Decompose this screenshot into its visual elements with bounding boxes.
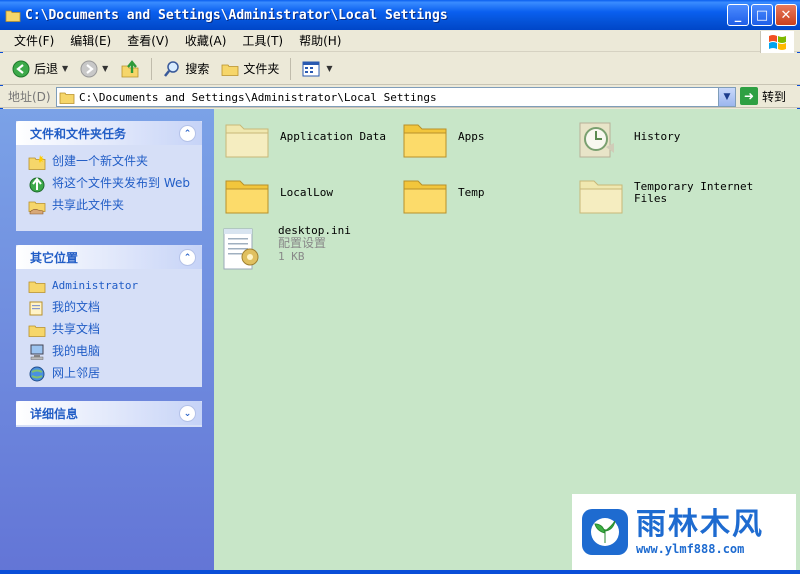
search-icon [164, 60, 180, 77]
panel-title: 详细信息 [30, 406, 79, 421]
task-pane: 文件和文件夹任务 ⌃ 创建一个新文件夹 将这个文件夹发布到 Web 共享此文件夹… [0, 109, 214, 574]
address-bar: 地址(D) ▼ ➜ 转到 [0, 86, 800, 108]
views-button[interactable]: ▼ [298, 58, 336, 80]
panel-title: 文件和文件夹任务 [30, 126, 127, 141]
up-folder-icon [121, 59, 139, 77]
task-share-folder[interactable]: 共享此文件夹 [28, 195, 202, 217]
folder-icon [403, 180, 447, 214]
search-label: 搜索 [185, 62, 210, 76]
windows-logo-icon [760, 31, 794, 53]
minimize-button[interactable]: _ [727, 4, 749, 26]
maximize-button[interactable]: □ [751, 4, 773, 26]
publish-web-icon [29, 177, 45, 193]
file-item-desktop-ini[interactable]: desktop.ini 配置设置 1 KB [220, 225, 351, 275]
file-type: 配置设置 [278, 236, 327, 250]
watermark-title: 雨林木风 [636, 507, 764, 542]
go-arrow-icon: ➜ [740, 87, 758, 105]
search-button[interactable]: 搜索 [159, 58, 213, 80]
views-icon [302, 61, 320, 76]
file-tasks-panel: 文件和文件夹任务 ⌃ 创建一个新文件夹 将这个文件夹发布到 Web 共享此文件夹 [16, 121, 202, 231]
file-item-temp[interactable]: Temp [400, 173, 485, 217]
go-label: 转到 [762, 89, 787, 104]
views-dropdown-icon[interactable]: ▼ [326, 64, 332, 73]
file-tasks-header[interactable]: 文件和文件夹任务 ⌃ [16, 121, 202, 145]
folder-icon [579, 180, 623, 214]
task-new-folder[interactable]: 创建一个新文件夹 [28, 151, 202, 173]
go-button[interactable]: ➜ 转到 [740, 87, 786, 105]
window-frame-bottom [0, 570, 800, 574]
file-item-temporary-internet-files[interactable]: Temporary Internet Files [576, 173, 754, 217]
back-arrow-icon [12, 60, 30, 77]
collapse-icon[interactable]: ⌃ [179, 125, 196, 142]
place-network[interactable]: 网上邻居 [28, 363, 202, 385]
window-title: C:\Documents and Settings\Administrator\… [25, 7, 448, 23]
address-label: 地址(D) [8, 90, 51, 104]
network-places-icon [29, 366, 45, 382]
menu-file[interactable]: 文件(F) [6, 32, 62, 49]
collapse-icon[interactable]: ⌃ [179, 249, 196, 266]
place-my-documents[interactable]: 我的文档 [28, 297, 202, 319]
history-folder-icon [579, 122, 614, 158]
file-item-history[interactable]: History [576, 117, 680, 161]
shared-documents-icon [28, 325, 46, 337]
panel-title: 其它位置 [30, 250, 79, 265]
expand-icon[interactable]: ⌄ [179, 405, 196, 422]
folder-icon [225, 124, 269, 158]
details-panel: 详细信息 ⌄ [16, 401, 202, 427]
folders-label: 文件夹 [243, 62, 280, 76]
back-label: 后退 [34, 62, 59, 76]
file-item-locallow[interactable]: LocalLow [222, 173, 333, 217]
file-size: 1 KB [278, 250, 305, 263]
watermark-url: www.ylmf888.com [636, 542, 745, 556]
menu-tools[interactable]: 工具(T) [234, 32, 291, 49]
config-file-icon [223, 228, 259, 270]
folder-icon [28, 281, 46, 293]
folder-icon [59, 92, 75, 104]
forward-button[interactable]: ▼ [76, 58, 112, 80]
folders-button[interactable]: 文件夹 [217, 58, 283, 80]
up-folder-button[interactable] [116, 57, 144, 81]
title-bar[interactable]: C:\Documents and Settings\Administrator\… [0, 0, 800, 30]
ylmf-logo-icon [582, 509, 628, 555]
menu-bar: 文件(F) 编辑(E) 查看(V) 收藏(A) 工具(T) 帮助(H) [0, 30, 800, 52]
file-item-application-data[interactable]: Application Data [222, 117, 386, 161]
forward-dropdown-icon[interactable]: ▼ [102, 64, 108, 73]
folder-icon [225, 180, 269, 214]
place-administrator[interactable]: Administrator [28, 275, 202, 297]
file-item-apps[interactable]: Apps [400, 117, 485, 161]
menu-favorites[interactable]: 收藏(A) [177, 32, 235, 49]
other-places-header[interactable]: 其它位置 ⌃ [16, 245, 202, 269]
back-dropdown-icon[interactable]: ▼ [62, 64, 68, 73]
menu-view[interactable]: 查看(V) [119, 32, 177, 49]
folders-icon [221, 64, 239, 76]
share-folder-icon [28, 201, 46, 215]
task-publish-web[interactable]: 将这个文件夹发布到 Web [28, 173, 202, 195]
back-button[interactable]: 后退 ▼ [8, 58, 72, 80]
watermark: 雨林木风 www.ylmf888.com [572, 494, 796, 570]
other-places-panel: 其它位置 ⌃ Administrator 我的文档 共享文档 我的电脑 网上邻居 [16, 245, 202, 387]
folder-icon [5, 10, 21, 22]
folder-icon [403, 124, 447, 158]
address-input[interactable] [79, 90, 699, 104]
menu-help[interactable]: 帮助(H) [291, 32, 349, 49]
toolbar-separator [151, 57, 153, 80]
toolbar: 后退 ▼ ▼ 搜索 文件夹 ▼ [0, 53, 800, 85]
toolbar-separator [290, 57, 292, 80]
place-my-computer[interactable]: 我的电脑 [28, 341, 202, 363]
my-computer-icon [30, 344, 44, 360]
address-box[interactable]: ▼ [56, 87, 736, 107]
details-header[interactable]: 详细信息 ⌄ [16, 401, 202, 425]
place-shared-documents[interactable]: 共享文档 [28, 319, 202, 341]
my-documents-icon [29, 301, 43, 316]
new-folder-icon [28, 155, 46, 170]
menu-edit[interactable]: 编辑(E) [62, 32, 119, 49]
address-dropdown-button[interactable]: ▼ [718, 88, 735, 106]
close-button[interactable]: ✕ [775, 4, 797, 26]
forward-arrow-icon [80, 60, 98, 77]
